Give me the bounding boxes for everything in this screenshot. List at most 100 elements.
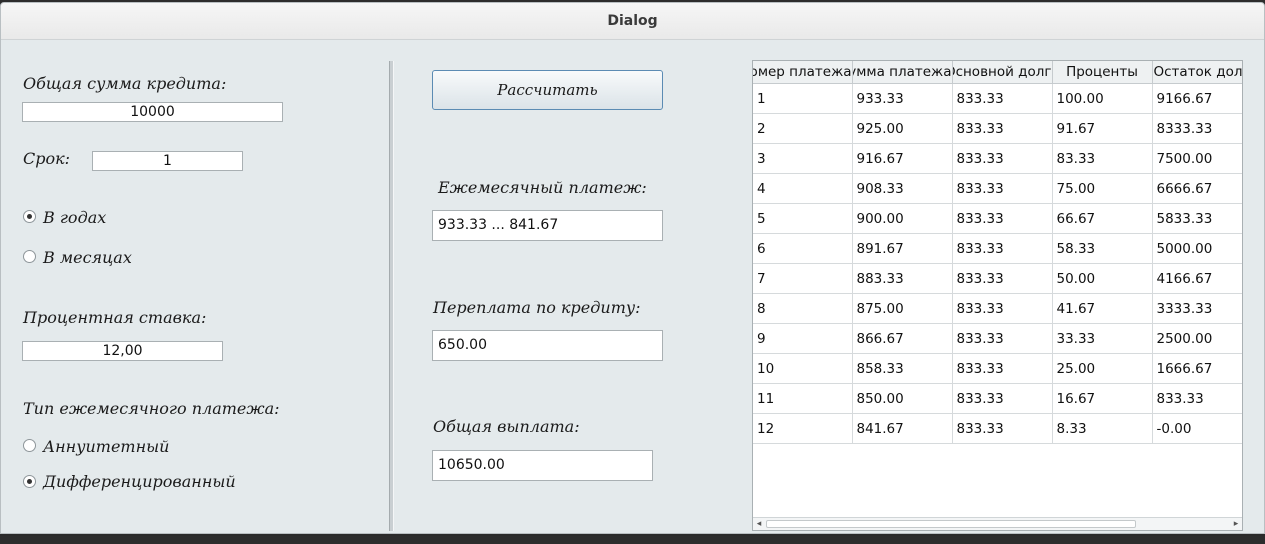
annuity-radio[interactable] bbox=[23, 439, 36, 452]
table-cell[interactable]: 4 bbox=[753, 173, 853, 204]
table-cell[interactable]: 11 bbox=[753, 383, 853, 414]
table-cell[interactable]: 833.33 bbox=[952, 323, 1053, 354]
table-cell[interactable]: 3333.33 bbox=[1152, 293, 1242, 324]
header-interest[interactable]: Проценты bbox=[1052, 61, 1153, 84]
table-cell[interactable]: 7 bbox=[753, 263, 853, 294]
rate-label: Процентная ставка: bbox=[23, 308, 207, 327]
table-row[interactable]: 10 858.33 833.33 25.00 1666.67 bbox=[753, 353, 1242, 384]
table-cell[interactable]: -0.00 bbox=[1152, 413, 1242, 444]
table-cell[interactable]: 833.33 bbox=[952, 113, 1053, 144]
table-row[interactable]: 8 875.00 833.33 41.67 3333.33 bbox=[753, 293, 1242, 324]
table-cell[interactable]: 91.67 bbox=[1052, 113, 1153, 144]
table-cell[interactable]: 5000.00 bbox=[1152, 233, 1242, 264]
header-payment-amount[interactable]: Сумма платежа bbox=[852, 61, 953, 84]
table-row[interactable]: 7 883.33 833.33 50.00 4166.67 bbox=[753, 263, 1242, 294]
table-cell[interactable]: 16.67 bbox=[1052, 383, 1153, 414]
table-row[interactable]: 9 866.67 833.33 33.33 2500.00 bbox=[753, 323, 1242, 354]
total-payment-label: Общая выплата: bbox=[433, 417, 580, 436]
term-months-label[interactable]: В месяцах bbox=[43, 248, 132, 267]
table-cell[interactable]: 841.67 bbox=[852, 413, 953, 444]
table-cell[interactable]: 9 bbox=[753, 323, 853, 354]
table-cell[interactable]: 3 bbox=[753, 143, 853, 174]
table-cell[interactable]: 8333.33 bbox=[1152, 113, 1242, 144]
table-cell[interactable]: 50.00 bbox=[1052, 263, 1153, 294]
table-row[interactable]: 3 916.67 833.33 83.33 7500.00 bbox=[753, 143, 1242, 174]
overpayment-field[interactable]: 650.00 bbox=[432, 330, 663, 361]
term-input[interactable]: 1 bbox=[92, 151, 243, 171]
table-cell[interactable]: 833.33 bbox=[952, 413, 1053, 444]
calculate-button[interactable]: Рассчитать bbox=[432, 70, 663, 110]
table-cell[interactable]: 833.33 bbox=[952, 83, 1053, 114]
table-cell[interactable]: 833.33 bbox=[952, 383, 1053, 414]
table-cell[interactable]: 66.67 bbox=[1052, 203, 1153, 234]
table-cell[interactable]: 75.00 bbox=[1052, 173, 1153, 204]
table-cell[interactable]: 12 bbox=[753, 413, 853, 444]
table-cell[interactable]: 7500.00 bbox=[1152, 143, 1242, 174]
table-cell[interactable]: 58.33 bbox=[1052, 233, 1153, 264]
annuity-label[interactable]: Аннуитетный bbox=[43, 437, 169, 456]
table-cell[interactable]: 833.33 bbox=[952, 293, 1053, 324]
table-row[interactable]: 5 900.00 833.33 66.67 5833.33 bbox=[753, 203, 1242, 234]
table-cell[interactable]: 5 bbox=[753, 203, 853, 234]
table-cell[interactable]: 916.67 bbox=[852, 143, 953, 174]
table-cell[interactable]: 875.00 bbox=[852, 293, 953, 324]
term-months-radio[interactable] bbox=[23, 250, 36, 263]
table-cell[interactable]: 866.67 bbox=[852, 323, 953, 354]
total-payment-field[interactable]: 10650.00 bbox=[432, 450, 653, 481]
monthly-payment-field[interactable]: 933.33 ... 841.67 bbox=[432, 210, 663, 241]
differentiated-label[interactable]: Дифференцированный bbox=[43, 472, 236, 491]
table-row[interactable]: 12 841.67 833.33 8.33 -0.00 bbox=[753, 413, 1242, 444]
term-years-label[interactable]: В годах bbox=[43, 208, 106, 227]
table-cell[interactable]: 8.33 bbox=[1052, 413, 1153, 444]
table-cell[interactable]: 891.67 bbox=[852, 233, 953, 264]
header-principal[interactable]: Основной долг bbox=[952, 61, 1053, 84]
table-cell[interactable]: 33.33 bbox=[1052, 323, 1153, 354]
table-cell[interactable]: 1 bbox=[753, 83, 853, 114]
differentiated-radio[interactable] bbox=[23, 475, 36, 488]
table-row[interactable]: 11 850.00 833.33 16.67 833.33 bbox=[753, 383, 1242, 414]
scrollbar-thumb[interactable] bbox=[766, 520, 1136, 528]
table-cell[interactable]: 25.00 bbox=[1052, 353, 1153, 384]
payment-schedule-table[interactable]: Номер платежа Сумма платежа Основной дол… bbox=[752, 60, 1243, 531]
rate-input[interactable]: 12,00 bbox=[22, 341, 223, 361]
table-cell[interactable]: 833.33 bbox=[952, 233, 1053, 264]
table-cell[interactable]: 5833.33 bbox=[1152, 203, 1242, 234]
scroll-left-icon[interactable]: ◂ bbox=[753, 518, 765, 530]
table-cell[interactable]: 833.33 bbox=[952, 143, 1053, 174]
table-cell[interactable]: 883.33 bbox=[852, 263, 953, 294]
table-row[interactable]: 4 908.33 833.33 75.00 6666.67 bbox=[753, 173, 1242, 204]
table-cell[interactable]: 900.00 bbox=[852, 203, 953, 234]
table-cell[interactable]: 833.33 bbox=[952, 353, 1053, 384]
table-row[interactable]: 6 891.67 833.33 58.33 5000.00 bbox=[753, 233, 1242, 264]
term-years-radio[interactable] bbox=[23, 210, 36, 223]
table-cell[interactable]: 933.33 bbox=[852, 83, 953, 114]
table-cell[interactable]: 858.33 bbox=[852, 353, 953, 384]
scroll-right-icon[interactable]: ▸ bbox=[1230, 518, 1242, 530]
table-cell[interactable]: 925.00 bbox=[852, 113, 953, 144]
table-cell[interactable]: 833.33 bbox=[1152, 383, 1242, 414]
loan-amount-input[interactable]: 10000 bbox=[22, 102, 283, 122]
table-cell[interactable]: 100.00 bbox=[1052, 83, 1153, 114]
table-cell[interactable]: 2500.00 bbox=[1152, 323, 1242, 354]
table-cell[interactable]: 833.33 bbox=[952, 173, 1053, 204]
table-cell[interactable]: 2 bbox=[753, 113, 853, 144]
header-payment-number[interactable]: Номер платежа bbox=[753, 61, 853, 84]
header-balance[interactable]: Остаток долга bbox=[1152, 61, 1242, 84]
table-cell[interactable]: 10 bbox=[753, 353, 853, 384]
table-cell[interactable]: 850.00 bbox=[852, 383, 953, 414]
table-cell[interactable]: 6 bbox=[753, 233, 853, 264]
table-cell[interactable]: 833.33 bbox=[952, 203, 1053, 234]
horizontal-scrollbar[interactable]: ◂ ▸ bbox=[753, 517, 1242, 530]
table-row[interactable]: 1 933.33 833.33 100.00 9166.67 bbox=[753, 83, 1242, 114]
table-cell[interactable]: 41.67 bbox=[1052, 293, 1153, 324]
table-cell[interactable]: 4166.67 bbox=[1152, 263, 1242, 294]
table-cell[interactable]: 833.33 bbox=[952, 263, 1053, 294]
table-cell[interactable]: 6666.67 bbox=[1152, 173, 1242, 204]
panel-splitter[interactable] bbox=[389, 61, 394, 531]
table-cell[interactable]: 83.33 bbox=[1052, 143, 1153, 174]
table-cell[interactable]: 9166.67 bbox=[1152, 83, 1242, 114]
table-cell[interactable]: 1666.67 bbox=[1152, 353, 1242, 384]
table-cell[interactable]: 8 bbox=[753, 293, 853, 324]
table-cell[interactable]: 908.33 bbox=[852, 173, 953, 204]
table-row[interactable]: 2 925.00 833.33 91.67 8333.33 bbox=[753, 113, 1242, 144]
